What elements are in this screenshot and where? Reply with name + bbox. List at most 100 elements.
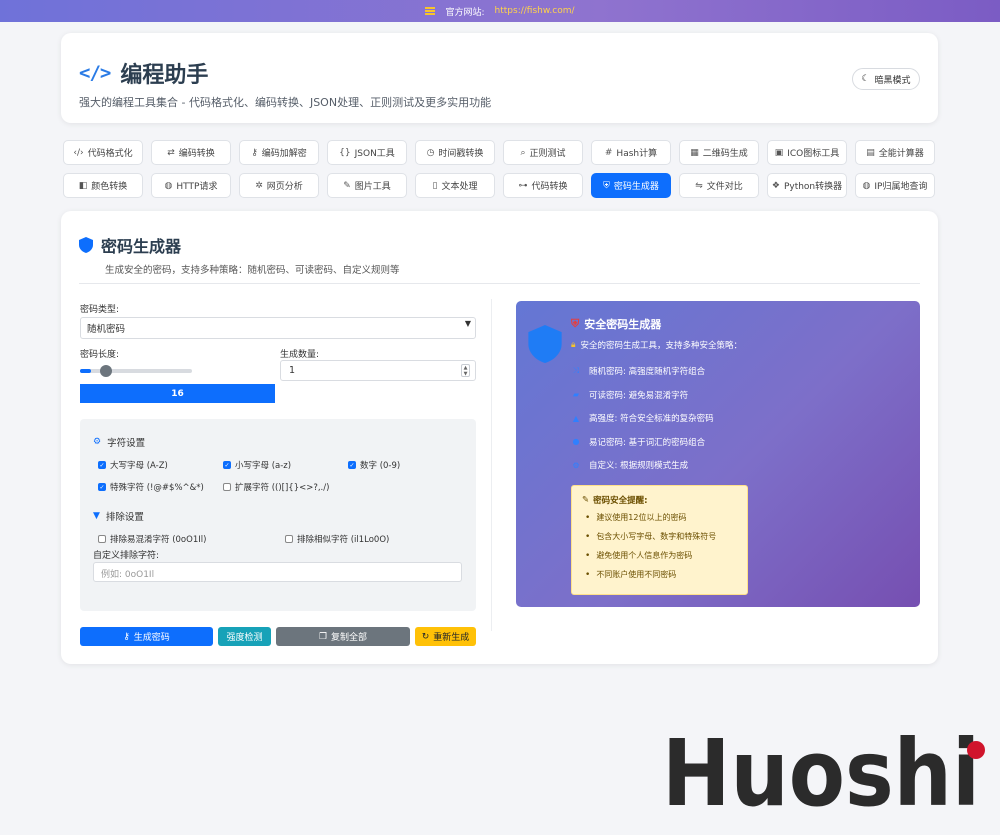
copy-icon: ❐ — [318, 631, 328, 642]
password-type-select[interactable]: 随机密码 ▼ — [80, 317, 476, 339]
generate-button[interactable]: ⚷ 生成密码 — [80, 627, 213, 646]
bug-icon: ✲ — [255, 180, 263, 191]
checkbox-unchecked-icon[interactable] — [223, 483, 231, 491]
exclude-checkbox-0[interactable]: 排除易混淆字符 (0oO1Il) — [98, 533, 206, 545]
count-input[interactable]: 1 ▲ ▼ — [280, 360, 476, 381]
book-icon: ▰ — [572, 390, 580, 399]
tool-button-4[interactable]: ◷ 时间戳转换 — [415, 140, 495, 165]
hash-icon: # — [604, 147, 613, 158]
strength-check-button[interactable]: 强度检测 — [218, 627, 271, 646]
tool-button-label: 时间戳转换 — [438, 149, 484, 159]
tool-button-5[interactable]: ⌕ 正则测试 — [503, 140, 583, 165]
tool-button-3[interactable]: {} JSON工具 — [327, 140, 407, 165]
charset-checkbox-1[interactable]: ✓ 小写字母 (a-z) — [223, 459, 291, 471]
tool-button-14[interactable]: ▯ 文本处理 — [415, 173, 495, 198]
header-card: </> 编程助手 强大的编程工具集合 - 代码格式化、编码转换、JSON处理、正… — [61, 33, 938, 123]
tool-button-8[interactable]: ▣ ICO图标工具 — [767, 140, 847, 165]
count-label: 生成数量: — [280, 350, 320, 360]
tip-item: 包含大小写字母、数字和特殊符号 — [585, 531, 737, 542]
globe-icon: ◍ — [164, 180, 173, 191]
dark-mode-button[interactable]: ☾ 暗黑模式 — [852, 68, 920, 90]
pen-icon: ✎ — [343, 180, 351, 191]
lock-icon: ▲ — [572, 413, 580, 423]
tool-button-16[interactable]: ⛨ 密码生成器 — [591, 173, 671, 198]
charset-checkbox-4[interactable]: 扩展字符 (()[]{}<>?,./) — [223, 481, 329, 493]
feature-text: 易记密码: 基于词汇的密码组合 — [589, 437, 706, 448]
checkbox-checked-icon[interactable]: ✓ — [348, 461, 356, 469]
tool-button-label: Hash计算 — [616, 149, 658, 159]
feature-text: 高强度: 符合安全标准的复杂密码 — [589, 414, 714, 424]
count-value: 1 — [289, 365, 296, 376]
sitemap-icon: ⊶ — [518, 180, 528, 191]
refresh-icon: ↻ — [421, 631, 430, 642]
file-icon: ▯ — [432, 180, 438, 191]
tool-button-7[interactable]: ▦ 二维码生成 — [679, 140, 759, 165]
tool-button-9[interactable]: ▤ 全能计算器 — [855, 140, 935, 165]
exclude-checkbox-1[interactable]: 排除相似字符 (il1Lo0O) — [285, 533, 389, 545]
qrcode-icon: ▦ — [690, 147, 699, 158]
tool-button-19[interactable]: ◍ IP归属地查询 — [855, 173, 935, 198]
shield-icon: ⛨ — [603, 180, 610, 191]
checkbox-checked-icon[interactable]: ✓ — [223, 461, 231, 469]
top-announcement-bar: 官方网站: https://fishw.com/ — [0, 0, 1000, 22]
checkbox-checked-icon[interactable]: ✓ — [98, 461, 106, 469]
shield-icon — [528, 325, 562, 363]
checkbox-unchecked-icon[interactable] — [285, 535, 293, 543]
diff-icon: ⇋ — [695, 180, 703, 191]
password-type-value: 随机密码 — [87, 324, 126, 335]
tool-button-label: 文件对比 — [706, 182, 743, 192]
regenerate-label: 重新生成 — [433, 633, 470, 643]
tips-heading-text: 密码安全提醒: — [593, 496, 648, 506]
length-slider-handle[interactable] — [99, 365, 112, 377]
feature-item: ⚙ 自定义: 根据规则模式生成 — [571, 459, 689, 472]
copy-all-label: 复制全部 — [331, 633, 368, 643]
tool-button-1[interactable]: ⇄ 编码转换 — [151, 140, 231, 165]
charset-checkbox-3[interactable]: ✓ 特殊字符 (!@#$%^&*) — [98, 481, 204, 493]
tool-button-label: 代码格式化 — [87, 149, 133, 159]
tool-button-0[interactable]: ‹/› 代码格式化 — [63, 140, 143, 165]
tool-button-label: ICO图标工具 — [787, 149, 840, 159]
tool-button-10[interactable]: ◧ 颜色转换 — [63, 173, 143, 198]
tool-button-6[interactable]: # Hash计算 — [591, 140, 671, 165]
charset-checkbox-0[interactable]: ✓ 大写字母 (A-Z) — [98, 459, 168, 471]
tool-button-label: 颜色转换 — [91, 182, 128, 192]
app-subtitle: 强大的编程工具集合 - 代码格式化、编码转换、JSON处理、正则测试及更多实用功… — [79, 96, 492, 109]
exclude-heading: ▼ 排除设置 — [93, 509, 144, 523]
custom-exclude-input[interactable]: 例如: 0oO1Il — [93, 562, 462, 582]
custom-exclude-placeholder: 例如: 0oO1Il — [101, 570, 155, 580]
search-icon: ⌕ — [520, 147, 526, 158]
stepper-icon[interactable]: ▲ ▼ — [461, 364, 470, 377]
tips-heading: ✎ 密码安全提醒: — [582, 494, 737, 506]
website-label: 官方网站: — [445, 7, 485, 18]
shield-icon — [79, 237, 93, 253]
tool-button-11[interactable]: ◍ HTTP请求 — [151, 173, 231, 198]
checkbox-unchecked-icon[interactable] — [98, 535, 106, 543]
tool-button-2[interactable]: ⚷ 编码加解密 — [239, 140, 319, 165]
feature-item: ⤨ 随机密码: 高强度随机字符组合 — [571, 365, 705, 377]
feature-text: 可读密码: 避免易混淆字符 — [589, 390, 689, 401]
copy-all-button[interactable]: ❐ 复制全部 — [276, 627, 410, 646]
tool-button-label: 密码生成器 — [613, 182, 659, 192]
divider — [79, 283, 920, 284]
tool-button-15[interactable]: ⊶ 代码转换 — [503, 173, 583, 198]
generate-button-label: 生成密码 — [133, 633, 170, 643]
menu-icon — [425, 7, 436, 15]
tool-button-18[interactable]: ❖ Python转换器 — [767, 173, 847, 198]
length-slider[interactable] — [80, 365, 192, 377]
checkbox-checked-icon[interactable]: ✓ — [98, 483, 106, 491]
app-title-text: 编程助手 — [120, 63, 209, 88]
feature-text: 自定义: 根据规则模式生成 — [589, 461, 689, 471]
website-link[interactable]: https://fishw.com/ — [495, 6, 575, 16]
regenerate-button[interactable]: ↻ 重新生成 — [415, 627, 476, 646]
tool-button-12[interactable]: ✲ 网页分析 — [239, 173, 319, 198]
length-label: 密码长度: — [80, 350, 120, 360]
security-tips: ✎ 密码安全提醒: 建议使用12位以上的密码包含大小写字母、数字和特殊符号避免使… — [571, 485, 748, 595]
braces-icon: {} — [339, 147, 351, 158]
strength-check-label: 强度检测 — [226, 633, 263, 643]
length-slider-fill — [80, 369, 91, 373]
shuffle-icon: ⤨ — [572, 366, 580, 375]
tool-button-13[interactable]: ✎ 图片工具 — [327, 173, 407, 198]
charset-checkbox-2[interactable]: ✓ 数字 (0-9) — [348, 459, 400, 471]
tool-button-label: 编码转换 — [178, 149, 215, 159]
tool-button-17[interactable]: ⇋ 文件对比 — [679, 173, 759, 198]
